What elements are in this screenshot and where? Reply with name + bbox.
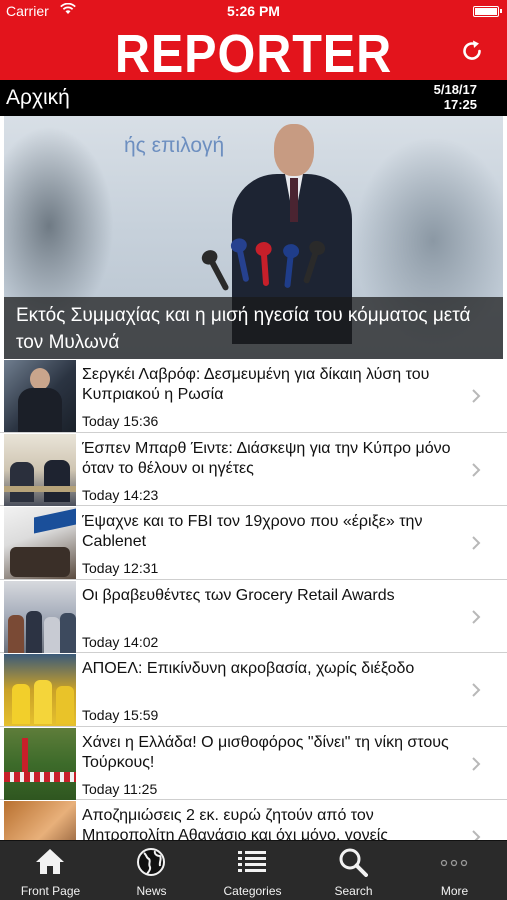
hero-article[interactable]: ής επιλογή Εκτός Συμμαχίας και η μισή ηγ…	[4, 116, 503, 359]
article-time: Today 15:59	[82, 707, 159, 723]
section-datetime: 5/18/17 17:25	[434, 82, 477, 112]
tab-bar: Front Page News Categories Search More	[0, 840, 507, 900]
tab-label: News	[136, 884, 167, 898]
article-time: Today 14:23	[82, 486, 159, 503]
battery-icon	[473, 6, 502, 17]
chevron-right-icon	[471, 683, 481, 697]
tab-label: Front Page	[20, 884, 81, 898]
more-icon	[440, 859, 468, 867]
tab-categories[interactable]: Categories	[202, 841, 303, 900]
article-thumbnail	[4, 580, 76, 653]
article-time: Today 11:25	[82, 780, 158, 797]
tab-more[interactable]: More	[404, 841, 505, 900]
tab-label: Categories	[223, 884, 282, 898]
tab-search[interactable]: Search	[303, 841, 404, 900]
hero-photo-tie	[290, 178, 298, 222]
refresh-icon[interactable]	[459, 38, 485, 64]
tab-front-page[interactable]: Front Page	[0, 841, 101, 900]
status-time: 5:26 PM	[227, 3, 280, 19]
article-title: Έψαχνε και το FBI τον 19χρονο που «έριξε…	[82, 513, 423, 550]
section-bar: Αρχική 5/18/17 17:25	[0, 80, 507, 116]
tab-label: More	[440, 884, 469, 898]
app-logo: REPORTER	[114, 24, 393, 84]
chevron-right-icon	[471, 462, 481, 477]
article-list: Σεργκέι Λαβρόφ: Δεσμευμένη για δίκαιη λύ…	[0, 359, 507, 874]
article-time: Today 14:02	[82, 633, 159, 650]
chevron-right-icon	[471, 609, 481, 624]
list-item[interactable]: Σεργκέι Λαβρόφ: Δεσμευμένη για δίκαιη λύ…	[0, 359, 507, 433]
list-icon	[238, 851, 266, 872]
app-header: REPORTER	[0, 22, 507, 84]
article-time: Today 12:31	[82, 560, 159, 576]
article-title: Οι βραβευθέντες των Grocery Retail Award…	[82, 586, 395, 604]
section-date: 5/18/17	[433, 82, 477, 97]
tab-news[interactable]: News	[101, 841, 202, 900]
article-thumbnail	[4, 360, 76, 432]
article-title: Έσπεν Μπαρθ Έιντε: Διάσκεψη για την Κύπρ…	[82, 439, 451, 477]
article-title: ΑΠΟΕΛ: Επικίνδυνη ακροβασία, χωρίς διέξο…	[82, 660, 415, 677]
article-thumbnail	[4, 507, 76, 579]
hero-caption: Εκτός Συμμαχίας και η μισή ηγεσία του κό…	[4, 297, 503, 359]
hero-bg-shape	[4, 126, 114, 326]
article-title: Σεργκέι Λαβρόφ: Δεσμευμένη για δίκαιη λύ…	[82, 366, 430, 403]
section-title: Αρχική	[6, 86, 70, 109]
article-thumbnail	[4, 433, 76, 506]
hero-photo-head	[274, 124, 314, 176]
article-time: Today 15:36	[82, 413, 159, 429]
article-thumbnail	[4, 727, 76, 800]
hero-background-text: ής επιλογή	[124, 134, 225, 157]
section-time: 17:25	[443, 97, 477, 112]
home-icon	[36, 849, 64, 874]
chevron-right-icon	[471, 536, 481, 550]
list-item[interactable]: Έψαχνε και το FBI τον 19χρονο που «έριξε…	[0, 506, 507, 580]
chevron-right-icon	[471, 756, 481, 771]
list-item[interactable]: Οι βραβευθέντες των Grocery Retail Award…	[0, 580, 507, 653]
globe-icon	[137, 848, 165, 876]
list-item[interactable]: Έσπεν Μπαρθ Έιντε: Διάσκεψη για την Κύπρ…	[0, 433, 507, 506]
search-icon	[339, 848, 368, 877]
microphone-icon	[208, 258, 230, 292]
list-item[interactable]: Χάνει η Ελλάδα! Ο μισθοφόρος "δίνει" τη …	[0, 727, 507, 800]
tab-label: Search	[334, 884, 373, 898]
article-title: Χάνει η Ελλάδα! Ο μισθοφόρος "δίνει" τη …	[82, 733, 449, 771]
article-thumbnail	[4, 654, 76, 726]
list-item[interactable]: ΑΠΟΕΛ: Επικίνδυνη ακροβασία, χωρίς διέξο…	[0, 653, 507, 727]
status-bar: Carrier 5:26 PM	[0, 0, 507, 22]
chevron-right-icon	[471, 389, 481, 403]
